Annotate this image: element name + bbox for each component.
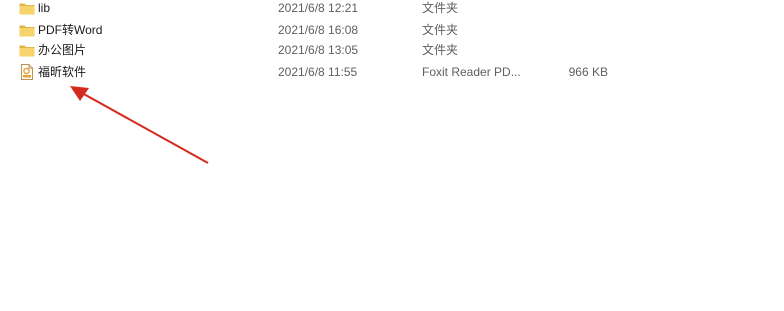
file-name: lib <box>38 1 51 15</box>
file-type: 文件夹 <box>422 43 459 57</box>
file-row-foxit-pdf[interactable]: 福昕软件 2021/6/8 11:55 Foxit Reader PD... 9… <box>14 62 654 82</box>
folder-icon <box>19 23 35 37</box>
file-name: 办公图片 <box>38 43 87 57</box>
file-type: 文件夹 <box>422 23 459 37</box>
folder-icon <box>19 43 35 57</box>
file-type: 文件夹 <box>422 1 459 15</box>
file-date: 2021/6/8 16:08 <box>278 23 359 37</box>
folder-icon <box>19 1 35 15</box>
pdf-file-icon <box>19 64 35 80</box>
file-name: 福昕软件 <box>38 65 87 79</box>
file-row-office-images[interactable]: 办公图片 2021/6/8 13:05 文件夹 <box>14 40 654 60</box>
file-name: PDF转Word <box>38 23 103 37</box>
file-date: 2021/6/8 13:05 <box>278 43 359 57</box>
file-row-pdf-to-word[interactable]: PDF转Word 2021/6/8 16:08 文件夹 <box>14 20 654 40</box>
file-date: 2021/6/8 12:21 <box>278 1 359 15</box>
file-type: Foxit Reader PD... <box>422 65 521 79</box>
file-size: 966 KB <box>568 65 608 79</box>
file-date: 2021/6/8 11:55 <box>278 65 358 79</box>
file-row-lib[interactable]: lib 2021/6/8 12:21 文件夹 <box>14 0 654 18</box>
